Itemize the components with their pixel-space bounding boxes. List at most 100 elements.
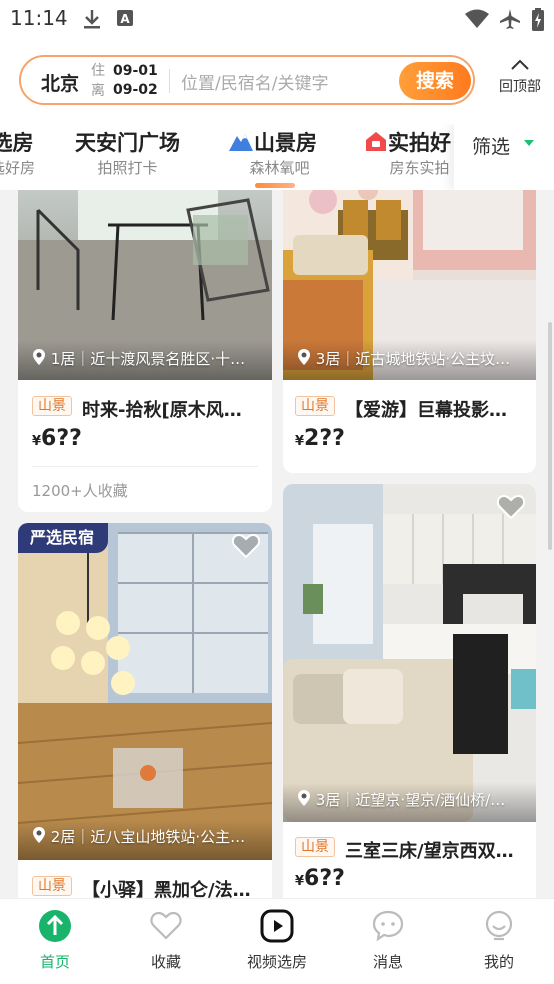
nav-label: 首页	[39, 953, 70, 971]
nav-label: 消息	[372, 953, 403, 971]
category-tab-2[interactable]: 天安门广场 拍照打卡	[75, 128, 180, 178]
listing-photo	[283, 484, 536, 822]
category-title: 山景房	[254, 131, 317, 155]
smiley-user-icon	[485, 910, 513, 941]
listing-price: ¥2??	[295, 426, 345, 451]
nav-label: 收藏	[150, 953, 181, 971]
date-labels: 住 离	[91, 61, 105, 101]
listing-price: ¥6??	[32, 426, 82, 451]
category-subtitle: 拍照打卡	[97, 159, 158, 177]
listing-tag: 山景	[295, 837, 335, 857]
active-tab-indicator	[255, 183, 295, 188]
category-title-row: 实拍好	[364, 128, 451, 158]
chevron-up-icon	[511, 59, 529, 70]
check-out-label: 离	[91, 83, 105, 99]
status-bar: 11:14 A	[0, 0, 554, 38]
home-arrow-up-icon	[39, 910, 71, 942]
search-input[interactable]: 位置/民宿名/关键字	[181, 69, 328, 94]
listing-photo	[18, 523, 272, 860]
check-in-label: 住	[91, 63, 105, 79]
category-subtitle: 选好房	[0, 159, 36, 177]
wifi-icon	[465, 9, 489, 28]
listing-card[interactable]: 1居｜近十渡风景名胜区·十… 山景 时来-拾秋[原木风… ¥6?? 1200+人…	[18, 190, 272, 512]
location-pin-icon	[33, 827, 45, 843]
category-subtitle: 房东实拍	[389, 159, 450, 177]
search-header: 北京 住 离 09-01 09-02 位置/民宿名/关键字 搜索 回顶部	[0, 38, 554, 124]
listing-card[interactable]: 严选民宿 2居｜近八宝山地铁站·公主… 山景 【小驿】黑加仑/法…	[18, 523, 272, 898]
nav-profile[interactable]: 我的	[444, 909, 554, 972]
heart-icon[interactable]	[232, 533, 260, 559]
back-to-top-button[interactable]: 回顶部	[490, 58, 550, 96]
check-out-date: 09-02	[113, 82, 158, 98]
divider	[32, 466, 258, 467]
nav-video[interactable]: 视频选房	[222, 909, 332, 972]
location-pin-icon	[298, 349, 310, 365]
listing-tag: 山景	[295, 396, 335, 416]
battery-charging-icon	[532, 8, 544, 31]
title-row: 山景	[32, 395, 72, 416]
listing-location: 3居｜近古城地铁站·公主坟…	[297, 348, 533, 369]
category-title: 实拍好	[388, 131, 451, 155]
category-tabs: 选房 选好房 天安门广场 拍照打卡 山景房 森林氧吧 实拍好	[0, 124, 554, 190]
caret-down-icon	[524, 140, 534, 146]
search-bar[interactable]: 北京 住 离 09-01 09-02 位置/民宿名/关键字 搜索	[19, 55, 475, 105]
listing-tag: 山景	[32, 876, 72, 896]
location-pin-icon	[33, 349, 45, 365]
nav-home[interactable]: 首页	[0, 909, 110, 972]
listing-tag: 山景	[32, 396, 72, 416]
listing-feed[interactable]: 1居｜近十渡风景名胜区·十… 山景 时来-拾秋[原木风… ¥6?? 1200+人…	[0, 190, 554, 898]
check-in-date: 09-01	[113, 63, 158, 79]
price-value: 6??	[304, 866, 345, 891]
airplane-icon	[500, 9, 520, 29]
listing-card[interactable]: 3居｜近古城地铁站·公主坟… 山景 【爱游】巨幕投影… ¥2??	[283, 190, 536, 473]
listing-title: 【小驿】黑加仑/法…	[82, 880, 251, 898]
divider	[169, 69, 170, 93]
mountain-icon	[229, 134, 253, 151]
favorite-count: 1200+人收藏	[32, 482, 128, 500]
location-text: 3居｜近望京·望京/酒仙桥/…	[315, 791, 506, 809]
svg-text:A: A	[120, 12, 130, 26]
city-selector[interactable]: 北京	[41, 69, 79, 96]
category-title: 选房	[0, 131, 34, 155]
price-value: 2??	[304, 426, 345, 451]
location-text: 1居｜近十渡风景名胜区·十…	[50, 350, 246, 368]
download-icon	[84, 10, 100, 29]
bottom-navigation: 首页 收藏 视频选房 消息 我的	[0, 898, 554, 984]
currency-symbol: ¥	[295, 434, 305, 449]
heart-icon	[150, 911, 182, 940]
price-value: 6??	[41, 426, 82, 451]
location-pin-icon	[298, 790, 310, 806]
listing-price: ¥6??	[295, 866, 345, 891]
filter-button[interactable]: 筛选	[454, 124, 554, 190]
currency-symbol: ¥	[32, 434, 42, 449]
title-row: 山景	[295, 395, 335, 416]
location-text: 2居｜近八宝山地铁站·公主…	[50, 828, 246, 846]
listing-title: 三室三床/望京西双…	[345, 841, 514, 862]
chat-bubble-icon	[372, 910, 404, 942]
nav-label: 我的	[483, 953, 514, 971]
listing-location: 2居｜近八宝山地铁站·公主…	[32, 826, 268, 847]
category-tab-3[interactable]: 山景房 森林氧吧	[228, 128, 317, 178]
featured-badge: 严选民宿	[18, 523, 109, 553]
date-selector[interactable]: 09-01 09-02	[113, 62, 158, 100]
listing-card[interactable]: 3居｜近望京·望京/酒仙桥/… 山景 三室三床/望京西双… ¥6??	[283, 484, 536, 898]
category-subtitle: 森林氧吧	[249, 159, 310, 177]
video-play-icon	[260, 909, 294, 943]
filter-label: 筛选	[472, 136, 511, 158]
category-title: 天安门广场	[75, 131, 180, 155]
listing-location: 3居｜近望京·望京/酒仙桥/…	[297, 789, 533, 810]
category-tab-1[interactable]: 选房 选好房	[0, 128, 35, 178]
scrollbar[interactable]	[548, 322, 552, 550]
listing-location: 1居｜近十渡风景名胜区·十…	[32, 348, 268, 369]
heart-icon[interactable]	[497, 494, 525, 520]
back-to-top-label: 回顶部	[499, 79, 541, 95]
keyboard-a-icon: A	[117, 10, 133, 26]
title-row: 山景	[295, 836, 335, 857]
nav-favorites[interactable]: 收藏	[111, 909, 221, 972]
listing-title: 【爱游】巨幕投影…	[345, 400, 507, 421]
nav-messages[interactable]: 消息	[333, 909, 443, 972]
nav-label: 视频选房	[246, 953, 307, 971]
search-button[interactable]: 搜索	[399, 62, 471, 100]
category-tab-4[interactable]: 实拍好 房东实拍	[364, 128, 451, 178]
status-time: 11:14	[10, 6, 68, 30]
